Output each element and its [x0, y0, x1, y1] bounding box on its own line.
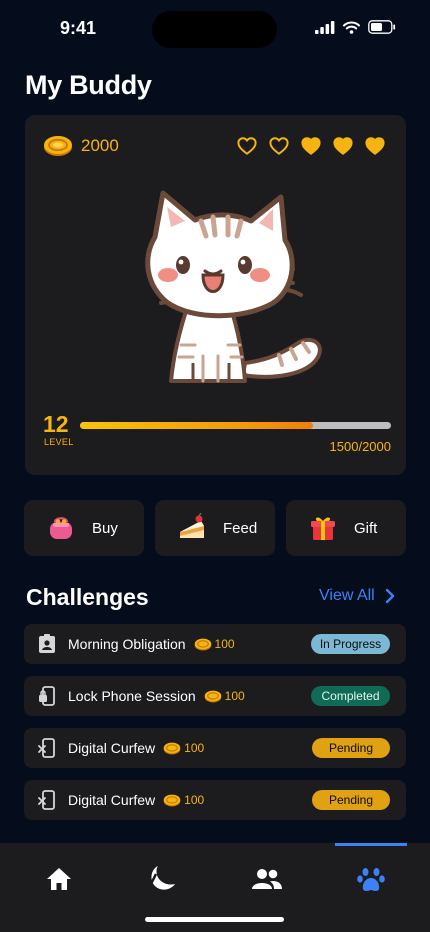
view-all-label: View All [319, 587, 375, 604]
status-badge: Pending [312, 790, 390, 810]
hearts-meter [237, 137, 385, 155]
gift-label: Gift [354, 519, 378, 537]
challenge-reward: 100 [163, 741, 204, 755]
page-title: My Buddy [25, 70, 152, 100]
heart-empty-icon [237, 137, 257, 155]
coin-icon [204, 690, 221, 702]
gift-button[interactable]: Gift [286, 500, 406, 556]
heart-filled-icon [301, 137, 321, 155]
challenge-reward: 100 [163, 793, 204, 807]
phone-off-icon [38, 738, 55, 758]
tab-friends[interactable] [247, 862, 287, 896]
wifi-icon [343, 21, 360, 34]
dynamic-island [152, 11, 277, 48]
status-icons [315, 20, 396, 34]
home-icon [47, 868, 71, 890]
coin-icon [194, 638, 211, 650]
heart-filled-icon [333, 137, 353, 155]
gift-icon [311, 517, 335, 540]
coin-icon [163, 742, 181, 754]
xp-progress-fill [80, 422, 314, 429]
signal-icon [315, 20, 335, 34]
challenge-name: Digital Curfew [68, 792, 156, 808]
level-label: LEVEL [44, 437, 74, 447]
challenge-amount: 100 [184, 793, 205, 807]
view-all-link[interactable]: View All [319, 587, 395, 605]
challenge-row[interactable]: Lock Phone Session 100 Completed [24, 676, 406, 716]
chevron-right-icon [385, 588, 394, 604]
challenge-row[interactable]: Digital Curfew 100 Pending [24, 780, 406, 820]
heart-filled-icon [365, 137, 385, 155]
challenge-row[interactable]: Morning Obligation 100 In Progress [24, 624, 406, 664]
challenge-amount: 100 [184, 741, 205, 755]
buy-button[interactable]: Buy [24, 500, 144, 556]
tab-home[interactable] [39, 862, 79, 896]
feed-label: Feed [223, 519, 258, 537]
xp-progress-bar [80, 422, 391, 429]
challenges-title: Challenges [26, 584, 149, 610]
home-indicator [145, 917, 284, 922]
heart-empty-icon [269, 137, 289, 155]
moon-icon [148, 866, 175, 890]
status-badge: Completed [311, 686, 390, 706]
status-badge: In Progress [311, 634, 390, 654]
challenge-row[interactable]: Digital Curfew 100 Pending [24, 728, 406, 768]
buy-label: Buy [92, 519, 118, 537]
xp-text: 1500/2000 [329, 439, 391, 454]
paw-icon [357, 867, 385, 891]
phone-off-icon [38, 790, 55, 810]
challenge-amount: 100 [224, 689, 245, 703]
tab-buddy[interactable] [351, 862, 391, 896]
challenge-reward: 100 [204, 689, 245, 703]
cake-icon [180, 513, 204, 538]
coin-icon [163, 794, 181, 806]
challenge-name: Lock Phone Session [68, 688, 196, 704]
cat-buddy-illustration[interactable] [133, 185, 325, 390]
coin-icon [44, 136, 72, 156]
feed-button[interactable]: Feed [155, 500, 275, 556]
tab-sleep[interactable] [141, 862, 181, 896]
phone-lock-icon [39, 686, 55, 706]
friends-icon [252, 869, 282, 889]
status-time: 9:41 [60, 18, 97, 38]
coin-amount: 2000 [81, 136, 119, 155]
level-number: 12 [43, 411, 69, 437]
challenge-reward: 100 [194, 637, 235, 651]
challenge-name: Digital Curfew [68, 740, 156, 756]
purse-icon [50, 517, 72, 539]
challenge-amount: 100 [214, 637, 235, 651]
status-badge: Pending [312, 738, 390, 758]
tab-active-indicator [335, 843, 407, 846]
battery-icon [368, 20, 396, 34]
badge-icon [39, 634, 55, 653]
coin-balance: 2000 [43, 135, 119, 157]
challenge-name: Morning Obligation [68, 636, 186, 652]
